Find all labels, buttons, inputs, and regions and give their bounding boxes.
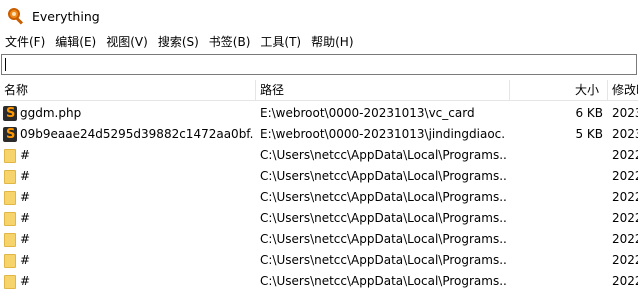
- file-modified: 2022: [612, 274, 638, 288]
- table-row[interactable]: # C:\Users\netcc\AppData\Local\Programs..…: [0, 271, 638, 291]
- folder-icon: [4, 254, 16, 268]
- folder-icon: [4, 275, 16, 289]
- file-size: [510, 229, 603, 250]
- menu-bar: 文件(F) 编辑(E) 视图(V) 搜索(S) 书签(B) 工具(T) 帮助(H…: [0, 32, 638, 52]
- table-row[interactable]: # C:\Users\netcc\AppData\Local\Programs..…: [0, 250, 638, 271]
- table-row[interactable]: # C:\Users\netcc\AppData\Local\Programs..…: [0, 187, 638, 208]
- cell-name: #: [0, 271, 254, 291]
- file-modified: 2022: [612, 169, 638, 183]
- file-size: [510, 166, 603, 187]
- menu-bookmarks[interactable]: 书签(B): [204, 32, 256, 52]
- file-modified: 2023: [612, 127, 638, 141]
- file-size: [510, 208, 603, 229]
- file-size: [510, 250, 603, 271]
- folder-icon: [4, 191, 16, 205]
- file-path: C:\Users\netcc\AppData\Local\Programs...: [260, 274, 506, 288]
- title-bar: Everything: [0, 0, 638, 32]
- column-header-modified[interactable]: 修改时: [608, 80, 638, 101]
- cell-name: #: [0, 250, 254, 271]
- folder-icon: [4, 149, 16, 163]
- file-name: #: [20, 211, 31, 225]
- cell-name: #: [0, 145, 254, 166]
- menu-help[interactable]: 帮助(H): [306, 32, 358, 52]
- php-file-icon: [3, 124, 17, 145]
- file-size: [510, 187, 603, 208]
- file-modified: 2022: [612, 253, 638, 267]
- file-path: E:\webroot\0000-20231013\vc_card: [260, 106, 475, 120]
- php-file-icon: [3, 103, 17, 124]
- file-path: C:\Users\netcc\AppData\Local\Programs...: [260, 148, 506, 162]
- column-header-path[interactable]: 路径: [256, 80, 510, 101]
- menu-search[interactable]: 搜索(S): [153, 32, 204, 52]
- results-list: ggdm.php E:\webroot\0000-20231013\vc_card…: [0, 103, 638, 291]
- cell-name: #: [0, 229, 254, 250]
- window-title: Everything: [32, 8, 100, 24]
- file-name: #: [20, 190, 31, 204]
- cell-name: #: [0, 166, 254, 187]
- column-header: 名称 路径 大小 修改时: [0, 80, 638, 101]
- magnifier-icon: [8, 8, 24, 25]
- table-row[interactable]: # C:\Users\netcc\AppData\Local\Programs..…: [0, 166, 638, 187]
- file-modified: 2022: [612, 211, 638, 225]
- file-name: #: [20, 169, 31, 183]
- file-name: #: [20, 274, 31, 288]
- menu-edit[interactable]: 编辑(E): [50, 32, 101, 52]
- cell-name: #: [0, 187, 254, 208]
- cell-name: #: [0, 208, 254, 229]
- file-path: E:\webroot\0000-20231013\jindingdiaoc...: [260, 127, 506, 141]
- file-modified: 2022: [612, 148, 638, 162]
- cell-name: ggdm.php: [0, 103, 254, 124]
- folder-icon: [4, 212, 16, 226]
- file-path: C:\Users\netcc\AppData\Local\Programs...: [260, 190, 506, 204]
- file-path: C:\Users\netcc\AppData\Local\Programs...: [260, 169, 506, 183]
- file-size: [510, 145, 603, 166]
- folder-icon: [4, 170, 16, 184]
- column-header-size[interactable]: 大小: [510, 80, 608, 101]
- file-size: [510, 271, 603, 291]
- text-caret: [5, 58, 6, 71]
- table-row[interactable]: # C:\Users\netcc\AppData\Local\Programs..…: [0, 208, 638, 229]
- file-modified: 2022: [612, 190, 638, 204]
- file-name: #: [20, 253, 31, 267]
- file-name: #: [20, 148, 31, 162]
- file-path: C:\Users\netcc\AppData\Local\Programs...: [260, 211, 506, 225]
- file-modified: 2023: [612, 106, 638, 120]
- menu-view[interactable]: 视图(V): [101, 32, 153, 52]
- search-input[interactable]: [1, 54, 637, 75]
- table-row[interactable]: ggdm.php E:\webroot\0000-20231013\vc_card…: [0, 103, 638, 124]
- file-name: #: [20, 232, 31, 246]
- file-size: 6 KB: [575, 106, 603, 120]
- table-row[interactable]: 09b9eaae24d5295d39882c1472aa0bf... E:\web…: [0, 124, 638, 145]
- menu-file[interactable]: 文件(F): [0, 32, 50, 52]
- file-size: 5 KB: [575, 127, 603, 141]
- folder-icon: [4, 233, 16, 247]
- file-name: 09b9eaae24d5295d39882c1472aa0bf...: [20, 127, 254, 141]
- table-row[interactable]: # C:\Users\netcc\AppData\Local\Programs..…: [0, 145, 638, 166]
- cell-name: 09b9eaae24d5295d39882c1472aa0bf...: [0, 124, 254, 145]
- file-modified: 2022: [612, 232, 638, 246]
- file-path: C:\Users\netcc\AppData\Local\Programs...: [260, 253, 506, 267]
- table-row[interactable]: # C:\Users\netcc\AppData\Local\Programs..…: [0, 229, 638, 250]
- menu-tools[interactable]: 工具(T): [255, 32, 306, 52]
- file-path: C:\Users\netcc\AppData\Local\Programs...: [260, 232, 506, 246]
- column-header-name[interactable]: 名称: [0, 80, 256, 101]
- file-name: ggdm.php: [20, 106, 82, 120]
